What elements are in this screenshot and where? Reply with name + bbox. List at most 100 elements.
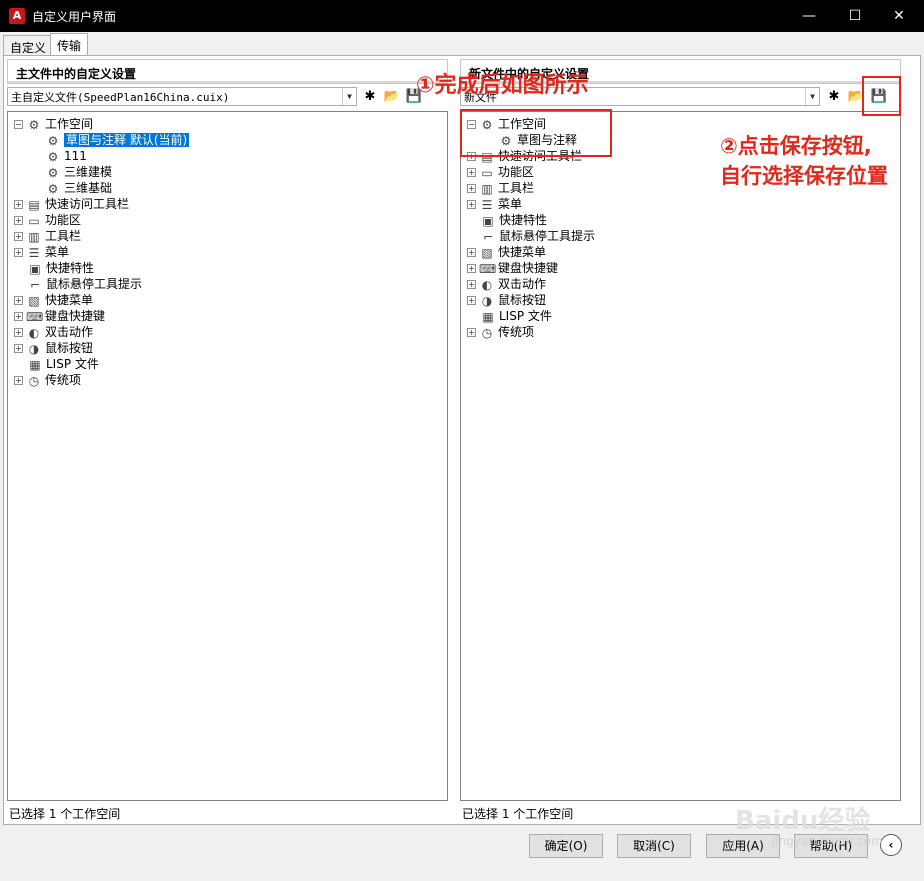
tree-node[interactable]: + ◑ 鼠标按钮 xyxy=(14,340,93,356)
tree-node-label: 键盘快捷键 xyxy=(45,309,106,323)
tree-node[interactable]: ⌐ 鼠标悬停工具提示 xyxy=(14,276,142,292)
tree-node[interactable]: + ▤ 快速访问工具栏 xyxy=(14,196,129,212)
tree-node-label: 草图与注释 默认(当前) xyxy=(64,133,190,147)
tree-node[interactable]: − ⚙ 工作空间 xyxy=(14,116,93,132)
tree-node[interactable]: ⌐ 鼠标悬停工具提示 xyxy=(467,228,595,244)
tree-node[interactable]: + ⌨ 键盘快捷键 xyxy=(14,308,105,324)
tree-node[interactable]: + ◑ 鼠标按钮 xyxy=(467,292,546,308)
tree-item-icon: ▭ xyxy=(481,165,493,180)
expand-icon[interactable]: + xyxy=(14,248,23,257)
left-file-select[interactable]: 主自定义文件(SpeedPlan16China.cuix) ▼ xyxy=(7,87,357,106)
tree-node-label: 功能区 xyxy=(498,165,535,179)
tree-node-label: 三维基础 xyxy=(64,181,113,195)
tree-item-icon: ◑ xyxy=(481,293,493,308)
expand-icon[interactable]: + xyxy=(467,328,476,337)
tree-node-label: 鼠标悬停工具提示 xyxy=(46,277,143,291)
left-file-select-value: 主自定义文件(SpeedPlan16China.cuix) xyxy=(11,91,230,104)
tree-node-label: 111 xyxy=(64,149,87,163)
tree-node[interactable]: + ◷ 传统项 xyxy=(14,372,81,388)
minimize-button[interactable]: — xyxy=(786,0,832,32)
tree-node[interactable]: ⚙ 草图与注释 默认(当前) xyxy=(32,132,190,148)
expand-icon[interactable]: + xyxy=(14,216,23,225)
tree-node[interactable]: ▦ LISP 文件 xyxy=(467,308,552,324)
open-folder-icon[interactable]: 📂 xyxy=(382,87,402,107)
autocad-app-icon: A xyxy=(9,8,25,24)
expand-icon[interactable]: + xyxy=(14,328,23,337)
tree-item-icon: ◷ xyxy=(481,325,493,340)
annotation-box-workspace xyxy=(460,109,612,157)
annotation-step2-line2: 自行选择保存位置 xyxy=(720,164,888,188)
tree-node[interactable]: + ▧ 快捷菜单 xyxy=(14,292,93,308)
chevron-down-icon: ▼ xyxy=(342,88,356,105)
tree-node[interactable]: + ▥ 工具栏 xyxy=(467,180,534,196)
window-title: 自定义用户界面 xyxy=(32,10,117,24)
expand-icon[interactable]: + xyxy=(14,296,23,305)
tree-item-icon: ⚙ xyxy=(47,181,59,196)
tree-node[interactable]: + ☰ 菜单 xyxy=(467,196,522,212)
collapse-arrow-icon[interactable]: ‹ xyxy=(880,834,902,856)
tree-node-label: 工具栏 xyxy=(45,229,82,243)
tree-node[interactable]: + ▭ 功能区 xyxy=(467,164,534,180)
tree-node[interactable]: + ◐ 双击动作 xyxy=(467,276,546,292)
left-tree-view[interactable]: − ⚙ 工作空间 ⚙ 草图与注释 默认(当前) ⚙ 111 ⚙ 三维建模 ⚙ 三维基础 + ▤ 快速访问工… xyxy=(7,111,448,801)
tab-transfer[interactable]: 传输 xyxy=(50,33,89,56)
tree-item-icon: ☰ xyxy=(481,197,493,212)
expand-icon[interactable]: + xyxy=(467,280,476,289)
tree-node-label: 鼠标按钮 xyxy=(498,293,547,307)
tree-item-icon: ⌐ xyxy=(29,277,41,292)
new-file-icon[interactable]: ✱ xyxy=(360,87,380,107)
tab-customize[interactable]: 自定义 xyxy=(3,35,54,56)
tree-node[interactable]: ⚙ 111 xyxy=(32,148,87,164)
expand-icon[interactable]: + xyxy=(467,296,476,305)
annotation-step2-line1: ②点击保存按钮, xyxy=(720,134,872,158)
left-pane-header: 主文件中的自定义设置 xyxy=(7,59,448,84)
tree-node[interactable]: + ◷ 传统项 xyxy=(467,324,534,340)
expand-icon[interactable]: + xyxy=(14,344,23,353)
expand-icon[interactable]: + xyxy=(467,184,476,193)
tree-item-icon: ⌨ xyxy=(26,309,44,324)
tree-node[interactable]: + ☰ 菜单 xyxy=(14,244,69,260)
new-file-icon[interactable]: ✱ xyxy=(824,87,844,107)
tree-node[interactable]: ▦ LISP 文件 xyxy=(14,356,99,372)
right-tree-view[interactable]: − ⚙ 工作空间 ⚙ 草图与注释 + ▤ 快速访问工具栏 + ▭ 功能区 + ▥ 工具栏 + ☰ 菜单 ▣ 快捷特性… xyxy=(460,111,901,801)
apply-button[interactable]: 应用(A) xyxy=(706,834,780,858)
tree-node-label: 双击动作 xyxy=(45,325,94,339)
tree-node[interactable]: ⚙ 三维建模 xyxy=(32,164,112,180)
tree-node-label: 键盘快捷键 xyxy=(498,261,559,275)
tree-item-icon: ▣ xyxy=(29,261,41,276)
expand-icon[interactable]: + xyxy=(467,248,476,257)
expand-icon[interactable]: + xyxy=(14,312,23,321)
tree-node[interactable]: ⚙ 三维基础 xyxy=(32,180,112,196)
expand-icon[interactable]: + xyxy=(467,264,476,273)
tree-node-label: 快捷菜单 xyxy=(498,245,547,259)
watermark-brand: Baidu经验 xyxy=(735,806,871,836)
expand-icon[interactable]: + xyxy=(14,376,23,385)
expand-icon[interactable]: + xyxy=(467,200,476,209)
tree-node-label: LISP 文件 xyxy=(499,309,552,323)
tree-node[interactable]: ▣ 快捷特性 xyxy=(14,260,94,276)
tree-item-icon: ◑ xyxy=(28,341,40,356)
expand-icon[interactable]: + xyxy=(467,168,476,177)
collapse-icon[interactable]: − xyxy=(14,120,23,129)
tree-node[interactable]: + ▭ 功能区 xyxy=(14,212,81,228)
tree-node[interactable]: + ⌨ 键盘快捷键 xyxy=(467,260,558,276)
tree-item-icon: ⚙ xyxy=(47,133,59,148)
maximize-button[interactable]: ☐ xyxy=(832,0,878,32)
tree-item-icon: ▭ xyxy=(28,213,40,228)
cancel-button[interactable]: 取消(C) xyxy=(617,834,691,858)
close-button[interactable]: ✕ xyxy=(876,0,922,32)
expand-icon[interactable]: + xyxy=(14,200,23,209)
tree-item-icon: ☰ xyxy=(28,245,40,260)
tree-node[interactable]: + ◐ 双击动作 xyxy=(14,324,93,340)
tree-node[interactable]: + ▥ 工具栏 xyxy=(14,228,81,244)
ok-button[interactable]: 确定(O) xyxy=(529,834,603,858)
tree-node[interactable]: + ▧ 快捷菜单 xyxy=(467,244,546,260)
tree-item-icon: ▦ xyxy=(29,357,41,372)
tree-node-label: 功能区 xyxy=(45,213,82,227)
tree-item-icon: ▧ xyxy=(481,245,493,260)
tree-item-icon: ⌨ xyxy=(479,261,497,276)
expand-icon[interactable]: + xyxy=(14,232,23,241)
tree-node-label: 鼠标按钮 xyxy=(45,341,94,355)
tree-node[interactable]: ▣ 快捷特性 xyxy=(467,212,547,228)
tree-node-label: 工具栏 xyxy=(498,181,535,195)
